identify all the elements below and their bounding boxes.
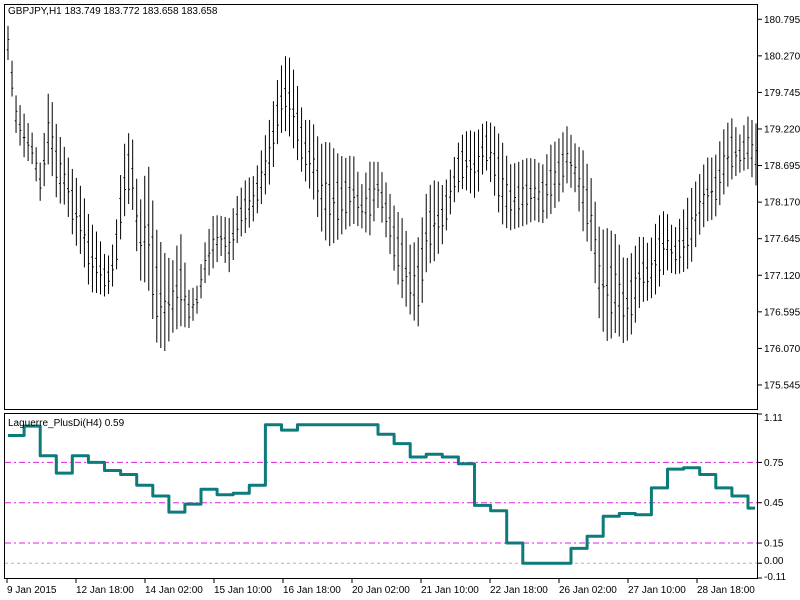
- price-axis-label: 176.595: [764, 307, 800, 318]
- chart-background: [0, 0, 800, 600]
- time-axis-label: 15 Jan 10:00: [214, 585, 272, 596]
- time-axis-label: 12 Jan 18:00: [76, 585, 134, 596]
- indicator-axis-label: 0.00: [764, 556, 784, 567]
- indicator-axis-label: 0.15: [764, 539, 784, 550]
- indicator-axis-label: -0.11: [764, 572, 786, 583]
- indicator-axis-label: 0.75: [764, 458, 784, 469]
- time-axis-label: 27 Jan 10:00: [628, 585, 686, 596]
- indicator-panel-title: Laguerre_PlusDi(H4) 0.59: [8, 418, 125, 429]
- price-axis-label: 179.745: [764, 88, 800, 99]
- price-axis-label: 177.120: [764, 271, 800, 282]
- time-axis-label: 16 Jan 18:00: [283, 585, 341, 596]
- price-axis-label: 179.220: [764, 124, 800, 135]
- price-axis-label: 176.070: [764, 344, 800, 355]
- time-axis-label: 9 Jan 2015: [7, 585, 57, 596]
- price-axis-label: 175.545: [764, 380, 800, 391]
- indicator-axis-label: 0.45: [764, 498, 784, 509]
- time-axis-label: 14 Jan 02:00: [145, 585, 203, 596]
- price-axis-label: 178.170: [764, 198, 800, 209]
- time-axis-label: 22 Jan 18:00: [490, 585, 548, 596]
- price-axis-label: 178.695: [764, 161, 800, 172]
- price-axis-label: 177.645: [764, 234, 800, 245]
- indicator-axis-label: 1.11: [764, 413, 783, 424]
- price-panel-title: GBPJPY,H1 183.749 183.772 183.658 183.65…: [8, 6, 218, 17]
- price-axis-label: 180.270: [764, 51, 800, 62]
- price-axis-label: 180.795: [764, 15, 800, 26]
- chart-window: 180.795 180.270 179.745 179.220 178.695 178.1…: [0, 0, 800, 600]
- time-axis-label: 21 Jan 10:00: [421, 585, 479, 596]
- time-axis-label: 20 Jan 02:00: [352, 585, 410, 596]
- time-axis-label: 26 Jan 02:00: [559, 585, 617, 596]
- time-axis-label: 28 Jan 18:00: [697, 585, 755, 596]
